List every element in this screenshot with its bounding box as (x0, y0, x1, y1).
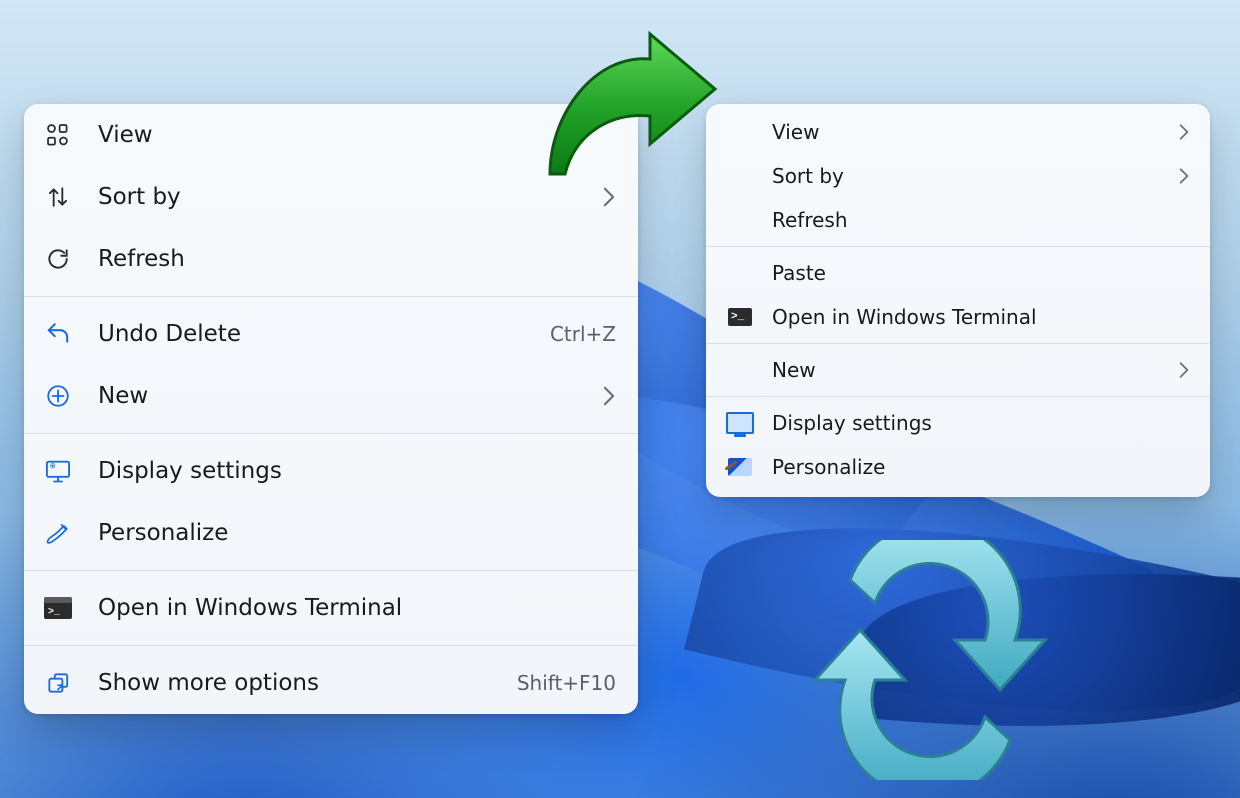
refresh-icon (42, 243, 74, 275)
chevron-right-icon (602, 385, 616, 407)
menu-separator (706, 343, 1210, 344)
blank-icon (726, 162, 754, 190)
blank-icon (726, 118, 754, 146)
menu-item-label: Open in Windows Terminal (772, 305, 1190, 329)
more-icon (42, 667, 74, 699)
menu-item-label: New (772, 358, 1178, 382)
menu-item-label: Paste (772, 261, 1190, 285)
undo-icon (42, 318, 74, 350)
menu-item-open-terminal[interactable]: >_ Open in Windows Terminal (24, 577, 638, 639)
menu-item-label: New (98, 383, 602, 409)
menu-item-display-settings[interactable]: Display settings (706, 401, 1210, 445)
chevron-right-icon (602, 186, 616, 208)
chevron-right-icon (1178, 361, 1190, 379)
menu-item-new[interactable]: New (706, 348, 1210, 392)
menu-separator (706, 396, 1210, 397)
menu-item-sort-by[interactable]: Sort by (706, 154, 1210, 198)
menu-item-paste[interactable]: Paste (706, 251, 1210, 295)
context-menu-win11: View Sort by Refresh Undo Delete Ct (24, 104, 638, 714)
menu-separator (24, 645, 638, 646)
menu-item-refresh[interactable]: Refresh (24, 228, 638, 290)
menu-item-refresh[interactable]: Refresh (706, 198, 1210, 242)
view-icon (42, 119, 74, 151)
new-icon (42, 380, 74, 412)
menu-item-view[interactable]: View (706, 110, 1210, 154)
menu-item-show-more-options[interactable]: Show more options Shift+F10 (24, 652, 638, 714)
personalize-icon (42, 517, 74, 549)
menu-item-personalize[interactable]: Personalize (706, 445, 1210, 489)
display-icon (42, 455, 74, 487)
menu-separator (24, 296, 638, 297)
menu-item-personalize[interactable]: Personalize (24, 502, 638, 564)
terminal-icon: >_ (42, 592, 74, 624)
menu-item-label: Show more options (98, 670, 517, 696)
menu-separator (24, 570, 638, 571)
blank-icon (726, 356, 754, 384)
menu-item-shortcut: Ctrl+Z (550, 322, 616, 346)
menu-item-label: Refresh (772, 208, 1190, 232)
green-arrow-icon (540, 24, 720, 184)
svg-text:>_: >_ (48, 607, 61, 618)
menu-item-label: View (98, 122, 616, 148)
menu-item-label: Display settings (772, 411, 1190, 435)
menu-item-label: Personalize (772, 455, 1190, 479)
personalize-icon (726, 453, 754, 481)
menu-item-new[interactable]: New (24, 365, 638, 427)
blank-icon (726, 259, 754, 287)
menu-item-display-settings[interactable]: Display settings (24, 440, 638, 502)
menu-item-shortcut: Shift+F10 (517, 671, 616, 695)
menu-separator (24, 433, 638, 434)
menu-item-label: Personalize (98, 520, 616, 546)
menu-item-label: View (772, 120, 1178, 144)
terminal-icon (726, 303, 754, 331)
chevron-right-icon (1178, 123, 1190, 141)
menu-item-label: Sort by (98, 184, 602, 210)
blank-icon (726, 206, 754, 234)
sync-arrows-icon (800, 540, 1060, 780)
menu-item-label: Display settings (98, 458, 616, 484)
menu-item-open-terminal[interactable]: Open in Windows Terminal (706, 295, 1210, 339)
menu-separator (706, 246, 1210, 247)
sort-icon (42, 181, 74, 213)
menu-item-label: Sort by (772, 164, 1178, 188)
chevron-right-icon (1178, 167, 1190, 185)
menu-item-label: Undo Delete (98, 321, 550, 347)
context-menu-classic: View Sort by Refresh Paste Open in Windo… (706, 104, 1210, 497)
menu-item-label: Refresh (98, 246, 616, 272)
menu-item-label: Open in Windows Terminal (98, 595, 616, 621)
menu-item-undo-delete[interactable]: Undo Delete Ctrl+Z (24, 303, 638, 365)
display-icon (726, 409, 754, 437)
